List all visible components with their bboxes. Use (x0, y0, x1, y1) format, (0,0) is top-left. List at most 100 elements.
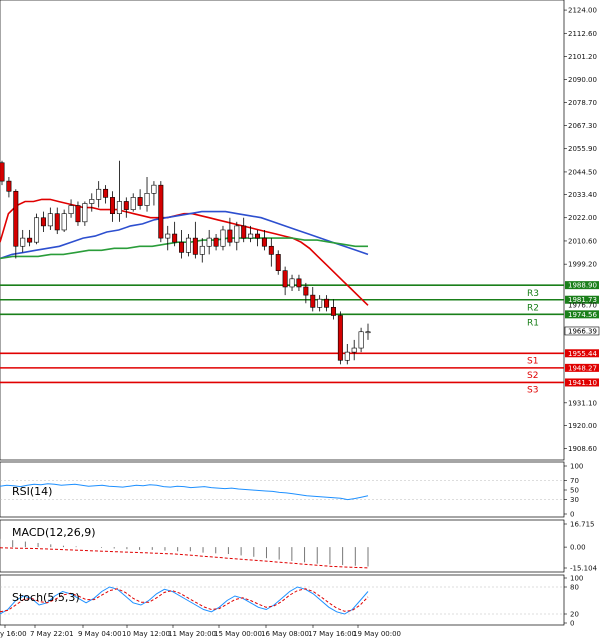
candle-down (103, 188, 109, 198)
price-tick-label: 2055.90 (568, 145, 597, 153)
candle-down (6, 180, 12, 192)
chart-canvas: R3 R2 R1 S1 S2 S3 2124.00 2112.60 2101.20 2090.0… (0, 0, 600, 643)
price-tick-label: 2022.00 (568, 214, 597, 222)
candle-down (13, 190, 19, 247)
time-tick-label: 15 May 00:00 (214, 630, 262, 638)
price-tick-label: 2124.00 (568, 7, 597, 15)
candle-up (116, 201, 122, 214)
level-name-r3: R3 (527, 289, 539, 299)
price-tick-label: 2033.40 (568, 191, 597, 199)
price-tick-label: 2078.70 (568, 99, 597, 107)
candle-down (255, 233, 261, 239)
candle-up (34, 217, 40, 243)
candle-down (241, 225, 247, 239)
rsi-tick-label: 0 (570, 511, 574, 519)
price-tick-label: 2112.60 (568, 30, 597, 38)
candle-down (172, 233, 178, 243)
rsi-tick-label: 50 (570, 487, 579, 495)
macd-tick-label: -15.104 (570, 565, 598, 573)
candle-up (199, 245, 205, 255)
time-tick-label: 16 May 08:00 (261, 630, 309, 638)
stoch-tick-label: 20 (570, 611, 579, 619)
candle-down (75, 205, 81, 223)
rsi-tick-label: 100 (570, 463, 583, 471)
price-tick-label: 1908.60 (568, 445, 597, 453)
stoch-tick-label: 80 (570, 584, 579, 592)
price-tags: 1988.901981.731974.561955.441948.271941.… (564, 281, 600, 387)
candle-down (303, 286, 309, 296)
stoch-title: Stoch(5,5,3) (12, 591, 80, 604)
candle-up (61, 213, 67, 231)
level-name-r2: R2 (527, 304, 539, 314)
candle-down (324, 298, 330, 308)
candle-up (151, 184, 157, 194)
level-tag-label: 1955.44 (568, 350, 597, 358)
price-tick-label: 2067.30 (568, 122, 597, 130)
candle-down (179, 241, 185, 253)
candle-up (82, 203, 88, 223)
level-tag-label: 1948.27 (568, 364, 597, 372)
price-tick-label: 2044.50 (568, 168, 597, 176)
candle-up (144, 193, 150, 206)
candle-up (234, 225, 240, 243)
hidden-tick-label: 1976.70 (568, 302, 597, 310)
candle-up (351, 347, 357, 353)
candle-up (220, 229, 226, 247)
candle-up (185, 237, 191, 253)
candle-up (89, 199, 95, 204)
level-name-s3: S3 (527, 385, 538, 395)
candle-down (213, 237, 219, 247)
candle-down (40, 217, 46, 227)
candle-up (130, 197, 136, 210)
price-tick-label: 2090.00 (568, 76, 597, 84)
candle-up (317, 298, 323, 308)
rsi-tick-label: 70 (570, 477, 579, 485)
macd-tick-label: 16.715 (570, 521, 595, 529)
time-tick-label: 11 May 20:00 (168, 630, 216, 638)
candle-up (344, 351, 350, 361)
candle-up (206, 237, 212, 247)
price-tick-label: 1999.20 (568, 261, 597, 269)
candle-down (268, 245, 274, 255)
candle-down (261, 237, 267, 247)
candle-down (0, 162, 5, 182)
candle-down (337, 315, 343, 361)
time-tick-label: y 16:00 (0, 630, 27, 638)
price-tick-label: 2101.20 (568, 53, 597, 61)
candle-up (289, 278, 295, 288)
candle-down (275, 254, 281, 271)
candle-up (365, 331, 371, 334)
candle-down (137, 197, 143, 206)
candle-down (27, 237, 33, 243)
level-tag-label: 1974.56 (568, 311, 597, 319)
candle-down (227, 229, 233, 243)
stoch-tick-label: 100 (570, 575, 583, 583)
candle-down (192, 237, 198, 255)
candle-down (123, 201, 129, 210)
time-tick-label: 7 May 22:01 (30, 630, 74, 638)
level-name-s1: S1 (527, 356, 538, 366)
macd-tick-label: 0.00 (570, 544, 586, 552)
level-tag-label: 1941.10 (568, 379, 597, 387)
candle-down (158, 184, 164, 239)
price-tick-label: 2010.60 (568, 237, 597, 245)
candle-up (248, 233, 254, 239)
time-tick-label: 10 May 12:00 (122, 630, 170, 638)
stoch-tick-label: 0 (570, 620, 574, 628)
price-tick-label: 1920.00 (568, 422, 597, 430)
candle-up (20, 237, 26, 247)
time-tick-label: 19 May 00:00 (353, 630, 401, 638)
chart-background (0, 0, 600, 643)
candle-down (330, 307, 336, 316)
candle-up (68, 205, 74, 214)
rsi-tick-label: 30 (570, 496, 579, 504)
candle-down (54, 213, 60, 231)
rsi-title: RSI(14) (12, 485, 52, 498)
level-tag-label: 1988.90 (568, 282, 597, 290)
candle-up (165, 233, 171, 239)
candle-down (296, 278, 302, 288)
candle-down (282, 270, 288, 288)
candle-up (96, 188, 102, 200)
time-tick-label: 17 May 16:00 (308, 630, 356, 638)
level-name-r1: R1 (527, 318, 539, 328)
